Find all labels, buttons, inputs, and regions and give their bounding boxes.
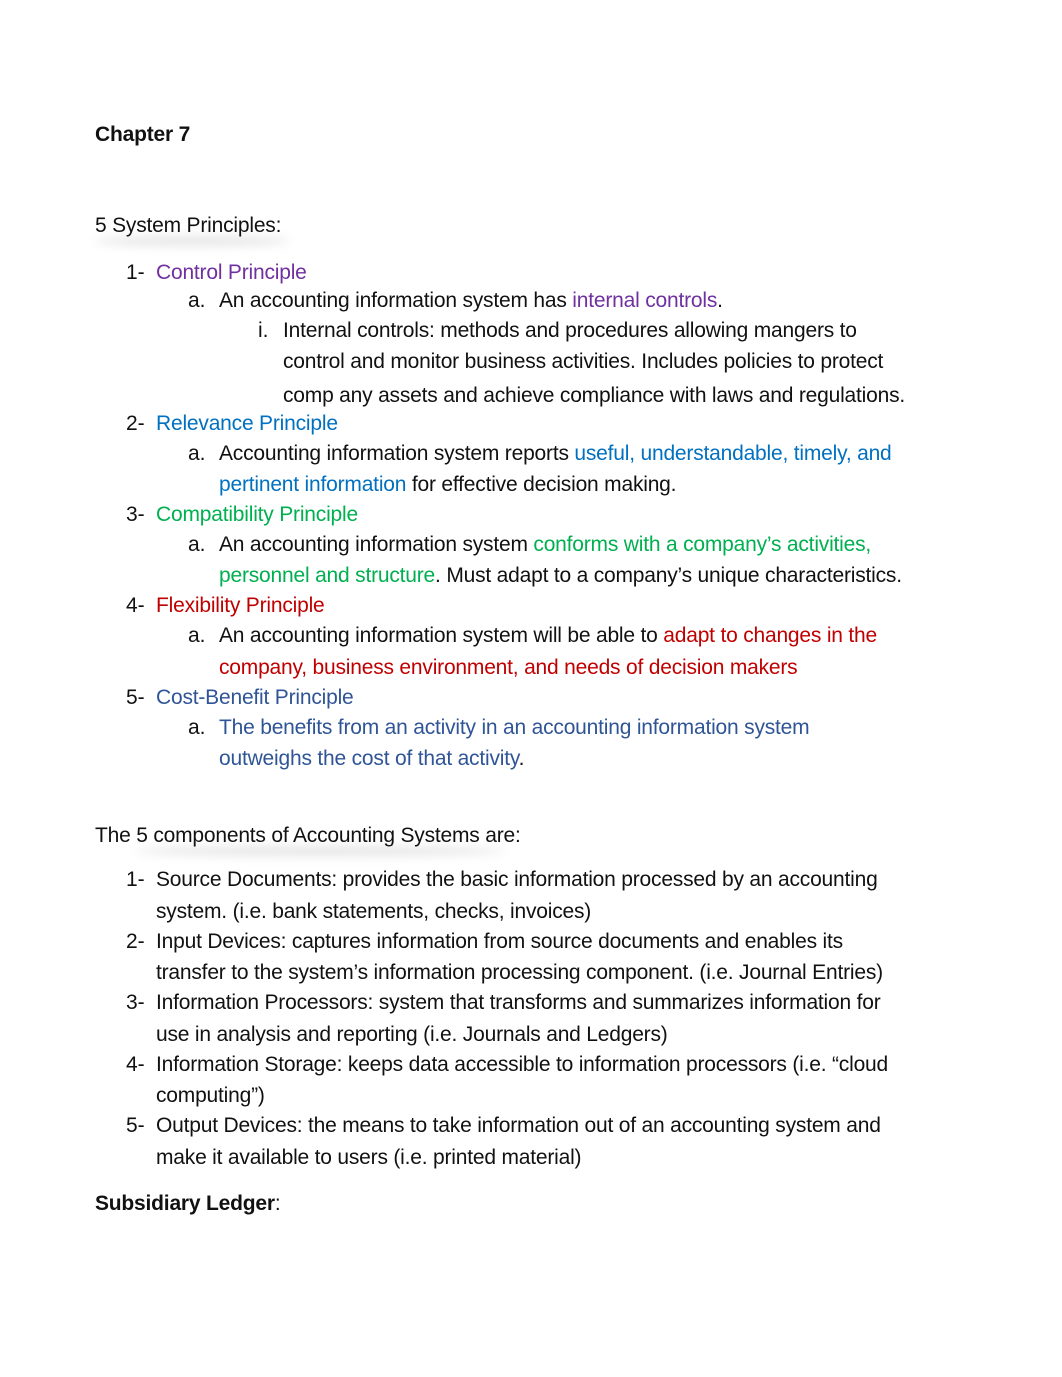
- principle-desc-control: An accounting information system has int…: [219, 288, 723, 314]
- highlight-text: pertinent information: [219, 473, 407, 496]
- internal-controls-definition-line: comp any assets and achieve compliance w…: [283, 384, 906, 407]
- principle-desc-flexibility: An accounting information system will be…: [219, 623, 877, 649]
- list-marker: a.: [188, 533, 206, 556]
- subsidiary-ledger-heading: Subsidiary Ledger:: [95, 1191, 281, 1217]
- internal-controls-definition-line: control and monitor business activities.…: [283, 350, 884, 373]
- desc-text: An accounting information system will be…: [219, 624, 664, 647]
- desc-text: for effective decision making.: [406, 473, 677, 496]
- document-page: Chapter 7 5 System Principles: 1- Contro…: [0, 0, 1062, 1377]
- list-marker: a.: [188, 289, 206, 312]
- desc-text: .: [717, 289, 723, 312]
- highlight-text: internal controls: [572, 289, 718, 312]
- list-marker: 5-: [126, 686, 145, 709]
- list-marker: 4-: [126, 594, 145, 617]
- list-marker: 3-: [126, 503, 145, 526]
- component-information-storage: Information Storage: keeps data accessib…: [156, 1053, 889, 1076]
- internal-controls-definition-line: Internal controls: methods and procedure…: [283, 319, 857, 342]
- principle-title-control: Control Principle: [156, 261, 307, 284]
- list-marker: i.: [258, 319, 269, 342]
- principle-title-compatibility: Compatibility Principle: [156, 503, 358, 526]
- list-marker: 1-: [126, 868, 145, 891]
- list-marker: 5-: [126, 1114, 145, 1137]
- principle-desc-compatibility: An accounting information system conform…: [219, 532, 871, 558]
- component-information-storage-cont: computing”): [156, 1084, 265, 1107]
- heading-colon: :: [274, 1192, 281, 1215]
- desc-text: . Must adapt to a company’s unique chara…: [435, 564, 902, 587]
- component-input-devices-cont: transfer to the system’s information pro…: [156, 961, 883, 984]
- component-output-devices: Output Devices: the means to take inform…: [156, 1114, 881, 1137]
- highlight-text: conforms with a company’s activities,: [533, 533, 872, 556]
- highlight-text: personnel and structure: [219, 564, 436, 587]
- principle-title-cost-benefit: Cost-Benefit Principle: [156, 686, 354, 709]
- component-input-devices: Input Devices: captures information from…: [156, 930, 843, 953]
- list-marker: a.: [188, 716, 206, 739]
- component-information-processors-cont: use in analysis and reporting (i.e. Jour…: [156, 1023, 668, 1046]
- component-information-processors: Information Processors: system that tran…: [156, 991, 881, 1014]
- principle-desc-relevance: Accounting information system reports us…: [219, 441, 892, 467]
- highlight-text: outweighs the cost of that activity: [219, 747, 519, 770]
- principle-desc-flexibility-cont: company, business environment, and needs…: [219, 656, 798, 679]
- desc-text: Accounting information system reports: [219, 442, 575, 465]
- principle-desc-cost-benefit: The benefits from an activity in an acco…: [219, 716, 810, 739]
- principle-desc-compatibility-cont: personnel and structure. Must adapt to a…: [219, 563, 902, 589]
- principles-heading: 5 System Principles:: [95, 214, 282, 237]
- chapter-title: Chapter 7: [95, 123, 191, 146]
- principle-desc-relevance-cont: pertinent information for effective deci…: [219, 472, 677, 498]
- desc-text: An accounting information system: [219, 533, 534, 556]
- component-source-documents: Source Documents: provides the basic inf…: [156, 868, 878, 891]
- principle-title-relevance: Relevance Principle: [156, 412, 338, 435]
- list-marker: 1-: [126, 261, 145, 284]
- list-marker: a.: [188, 442, 206, 465]
- heading-text: Subsidiary Ledger: [95, 1192, 275, 1215]
- component-source-documents-cont: system. (i.e. bank statements, checks, i…: [156, 900, 592, 923]
- principle-desc-cost-benefit-cont: outweighs the cost of that activity.: [219, 746, 524, 772]
- components-heading: The 5 components of Accounting Systems a…: [95, 824, 521, 847]
- list-marker: a.: [188, 624, 206, 647]
- list-marker: 4-: [126, 1053, 145, 1076]
- list-marker: 2-: [126, 930, 145, 953]
- list-marker: 2-: [126, 412, 145, 435]
- principle-title-flexibility: Flexibility Principle: [156, 594, 325, 617]
- list-marker: 3-: [126, 991, 145, 1014]
- desc-text: .: [518, 747, 525, 770]
- component-output-devices-cont: make it available to users (i.e. printed…: [156, 1146, 582, 1169]
- highlight-text: adapt to changes in the: [663, 624, 878, 647]
- highlight-text: useful, understandable, timely, and: [574, 442, 892, 465]
- desc-text: An accounting information system has: [219, 289, 573, 312]
